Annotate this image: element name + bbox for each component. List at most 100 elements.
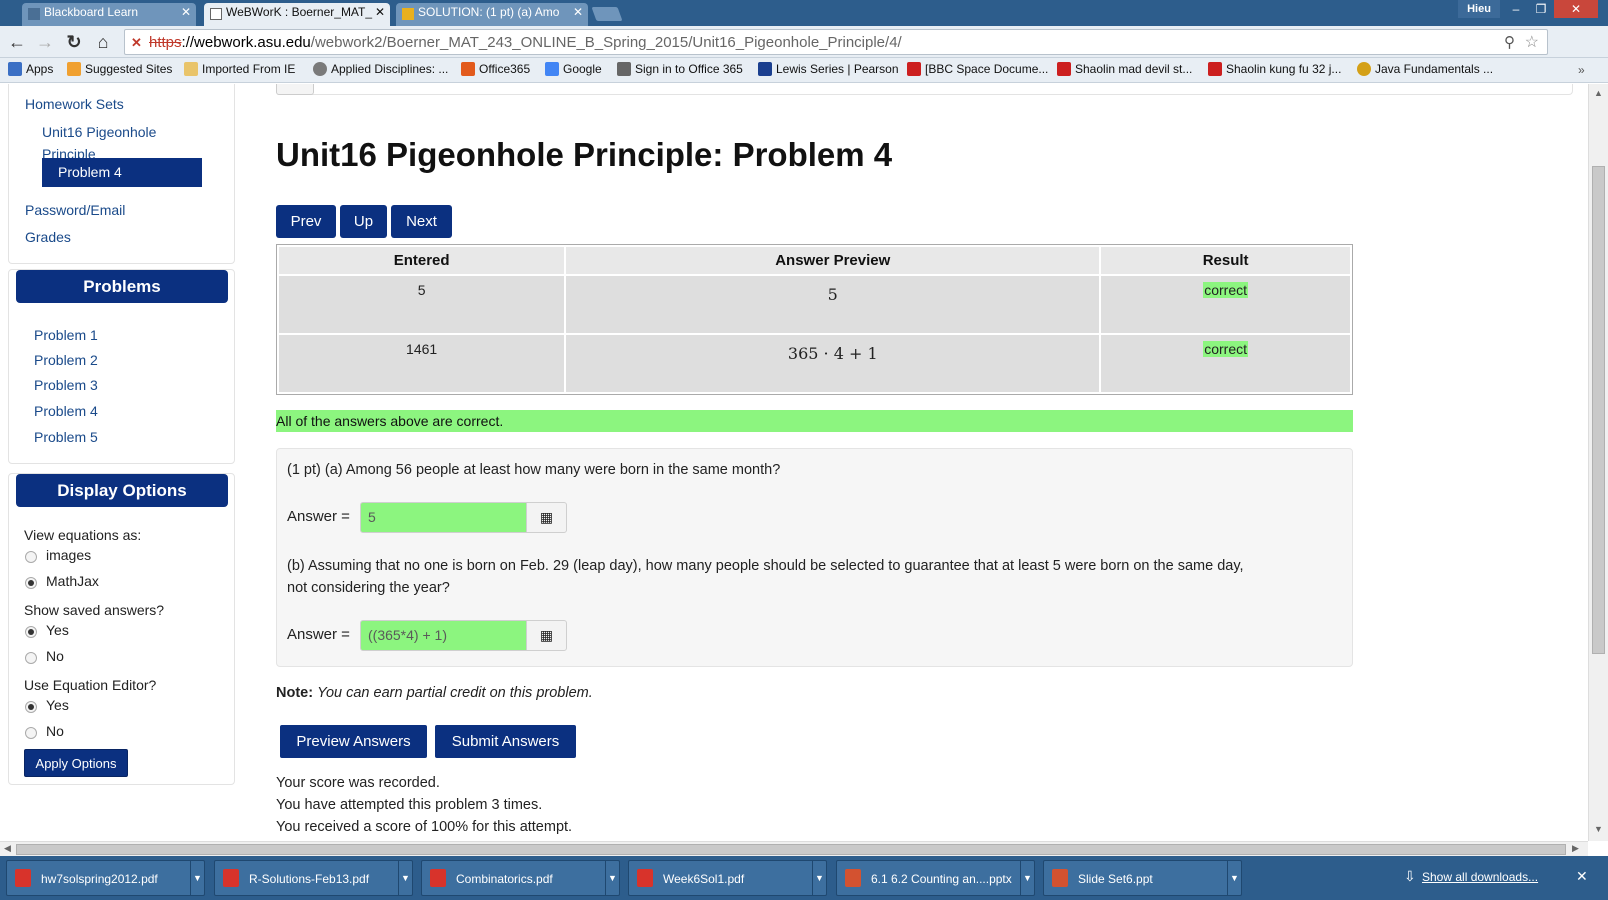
chevron-down-icon[interactable]: ▼ [190, 861, 204, 895]
problem-part-b-text-line1: (b) Assuming that no one is born on Feb.… [287, 558, 1244, 574]
horizontal-scroll-thumb[interactable] [16, 844, 1566, 855]
equation-editor-b-button[interactable]: ▦ [526, 620, 567, 651]
download-item[interactable]: 6.1 6.2 Counting an....pptx ▼ [836, 860, 1035, 896]
nav-grades[interactable]: Grades [25, 229, 71, 245]
minimize-icon[interactable]: – [1503, 0, 1529, 18]
download-item[interactable]: Slide Set6.ppt ▼ [1043, 860, 1242, 896]
tab-blackboard[interactable]: Blackboard Learn ✕ [22, 3, 196, 26]
new-tab-button[interactable] [591, 7, 623, 21]
top-bar-button[interactable] [276, 84, 314, 95]
bookmark-shaolin-kungfu[interactable]: Shaolin kung fu 32 j... [1208, 62, 1341, 76]
bookmark-suggested-sites[interactable]: Suggested Sites [67, 62, 172, 76]
bookmarks-overflow-icon[interactable]: » [1578, 63, 1585, 77]
apply-options-button[interactable]: Apply Options [24, 749, 128, 777]
zoom-search-icon[interactable]: ⚲ [1504, 33, 1515, 51]
close-tab-icon[interactable]: ✕ [375, 5, 385, 19]
vertical-scroll-thumb[interactable] [1592, 166, 1605, 654]
result-badge: correct [1203, 341, 1249, 357]
nav-homework-sets[interactable]: Homework Sets [25, 96, 124, 112]
home-icon[interactable]: ⌂ [92, 31, 114, 53]
bookmark-imported-from-ie[interactable]: Imported From IE [184, 62, 295, 76]
scroll-right-icon[interactable]: ▶ [1572, 843, 1579, 854]
bookmark-applied-disciplines[interactable]: Applied Disciplines: ... [313, 62, 448, 76]
problem-link-2[interactable]: Problem 2 [34, 352, 98, 368]
radio-mathjax[interactable] [25, 577, 37, 589]
url-domain: ://webwork.asu.edu [181, 34, 311, 51]
entered-cell: 1461 [279, 335, 565, 392]
problem-link-4[interactable]: Problem 4 [34, 403, 98, 419]
insecure-lock-icon[interactable]: ✕ [131, 35, 142, 51]
close-tab-icon[interactable]: ✕ [181, 5, 191, 19]
answer-preview: 5 [827, 285, 838, 304]
forward-arrow-icon[interactable]: → [34, 31, 56, 53]
preview-answers-button[interactable]: Preview Answers [280, 725, 427, 758]
horizontal-scrollbar[interactable]: ◀ ▶ [0, 841, 1588, 856]
close-shelf-icon[interactable]: ✕ [1576, 868, 1588, 885]
radio-equation-editor-yes[interactable] [25, 701, 37, 713]
scroll-down-icon[interactable]: ▼ [1594, 824, 1603, 834]
submit-answers-button[interactable]: Submit Answers [435, 725, 576, 758]
chevron-down-icon[interactable]: ▼ [1227, 861, 1241, 895]
page-viewport: Homework Sets Unit16 Pigeonhole Principl… [0, 84, 1588, 841]
answer-a-input[interactable]: 5 [360, 502, 527, 533]
suggested-sites-icon [67, 62, 81, 76]
google-icon [545, 62, 559, 76]
back-arrow-icon[interactable]: ← [6, 31, 28, 53]
equation-editor-a-button[interactable]: ▦ [526, 502, 567, 533]
problem-part-a-text: (1 pt) (a) Among 56 people at least how … [287, 462, 781, 478]
radio-images[interactable] [25, 551, 37, 563]
next-button[interactable]: Next [391, 205, 452, 238]
problem-link-1[interactable]: Problem 1 [34, 327, 98, 343]
chevron-down-icon[interactable]: ▼ [812, 861, 826, 895]
reload-icon[interactable]: ↻ [63, 31, 85, 53]
bookmark-lewis-series[interactable]: Lewis Series | Pearson [758, 62, 899, 76]
answer-b-input[interactable]: ((365*4) + 1) [360, 620, 527, 651]
up-button[interactable]: Up [340, 205, 387, 238]
tab-webwork[interactable]: WeBWorK : Boerner_MAT_ ✕ [204, 3, 390, 26]
radio-equation-editor-no[interactable] [25, 727, 37, 739]
problem-link-3[interactable]: Problem 3 [34, 377, 98, 393]
radio-show-saved-yes[interactable] [25, 626, 37, 638]
download-item[interactable]: hw7solspring2012.pdf ▼ [6, 860, 205, 896]
bookmark-google[interactable]: Google [545, 62, 602, 76]
radio-images-label: images [46, 547, 92, 563]
show-all-downloads-link[interactable]: Show all downloads... [1422, 870, 1538, 884]
chevron-down-icon[interactable]: ▼ [1020, 861, 1034, 895]
bookmark-label: Shaolin mad devil st... [1075, 62, 1193, 76]
user-profile-badge[interactable]: Hieu [1458, 0, 1500, 18]
bookmark-office365[interactable]: Office365 [461, 62, 530, 76]
close-tab-icon[interactable]: ✕ [573, 5, 583, 19]
bookmark-java-fundamentals[interactable]: Java Fundamentals ... [1357, 62, 1493, 76]
close-window-icon[interactable]: ✕ [1554, 0, 1598, 18]
bookmark-label: Applied Disciplines: ... [331, 62, 449, 76]
download-item[interactable]: R-Solutions-Feb13.pdf ▼ [214, 860, 413, 896]
address-bar[interactable]: ✕ https://webwork.asu.edu/webwork2/Boern… [124, 29, 1548, 55]
nav-password-email[interactable]: Password/Email [25, 202, 125, 218]
bookmark-sign-in-office365[interactable]: Sign in to Office 365 [617, 62, 743, 76]
tab-solution[interactable]: SOLUTION: (1 pt) (a) Amo ✕ [396, 3, 588, 26]
youtube-icon [1057, 62, 1071, 76]
bookmark-label: [BBC Space Docume... [925, 62, 1049, 76]
scroll-up-icon[interactable]: ▲ [1594, 88, 1603, 98]
bookmark-bbc-space[interactable]: [BBC Space Docume... [907, 62, 1048, 76]
nav-set-name-line1[interactable]: Unit16 Pigeonhole [42, 124, 156, 140]
bookmark-star-icon[interactable]: ☆ [1525, 32, 1539, 52]
bookmark-apps[interactable]: Apps [8, 62, 53, 76]
radio-equation-editor-no-label: No [46, 723, 64, 739]
bookmark-label: Shaolin kung fu 32 j... [1226, 62, 1342, 76]
youtube-icon [1208, 62, 1222, 76]
ppt-file-icon [1052, 869, 1068, 887]
radio-mathjax-label: MathJax [46, 573, 99, 589]
prev-button[interactable]: Prev [276, 205, 336, 238]
radio-show-saved-no[interactable] [25, 652, 37, 664]
bookmark-shaolin-devil[interactable]: Shaolin mad devil st... [1057, 62, 1192, 76]
chevron-down-icon[interactable]: ▼ [605, 861, 619, 895]
download-item[interactable]: Week6Sol1.pdf ▼ [628, 860, 827, 896]
chevron-down-icon[interactable]: ▼ [398, 861, 412, 895]
scroll-left-icon[interactable]: ◀ [4, 843, 11, 854]
download-item[interactable]: Combinatorics.pdf ▼ [421, 860, 620, 896]
vertical-scrollbar[interactable]: ▲ ▼ [1588, 84, 1608, 841]
nav-active-problem[interactable]: Problem 4 [42, 158, 202, 187]
restore-icon[interactable]: ❐ [1528, 0, 1554, 18]
problem-link-5[interactable]: Problem 5 [34, 429, 98, 445]
